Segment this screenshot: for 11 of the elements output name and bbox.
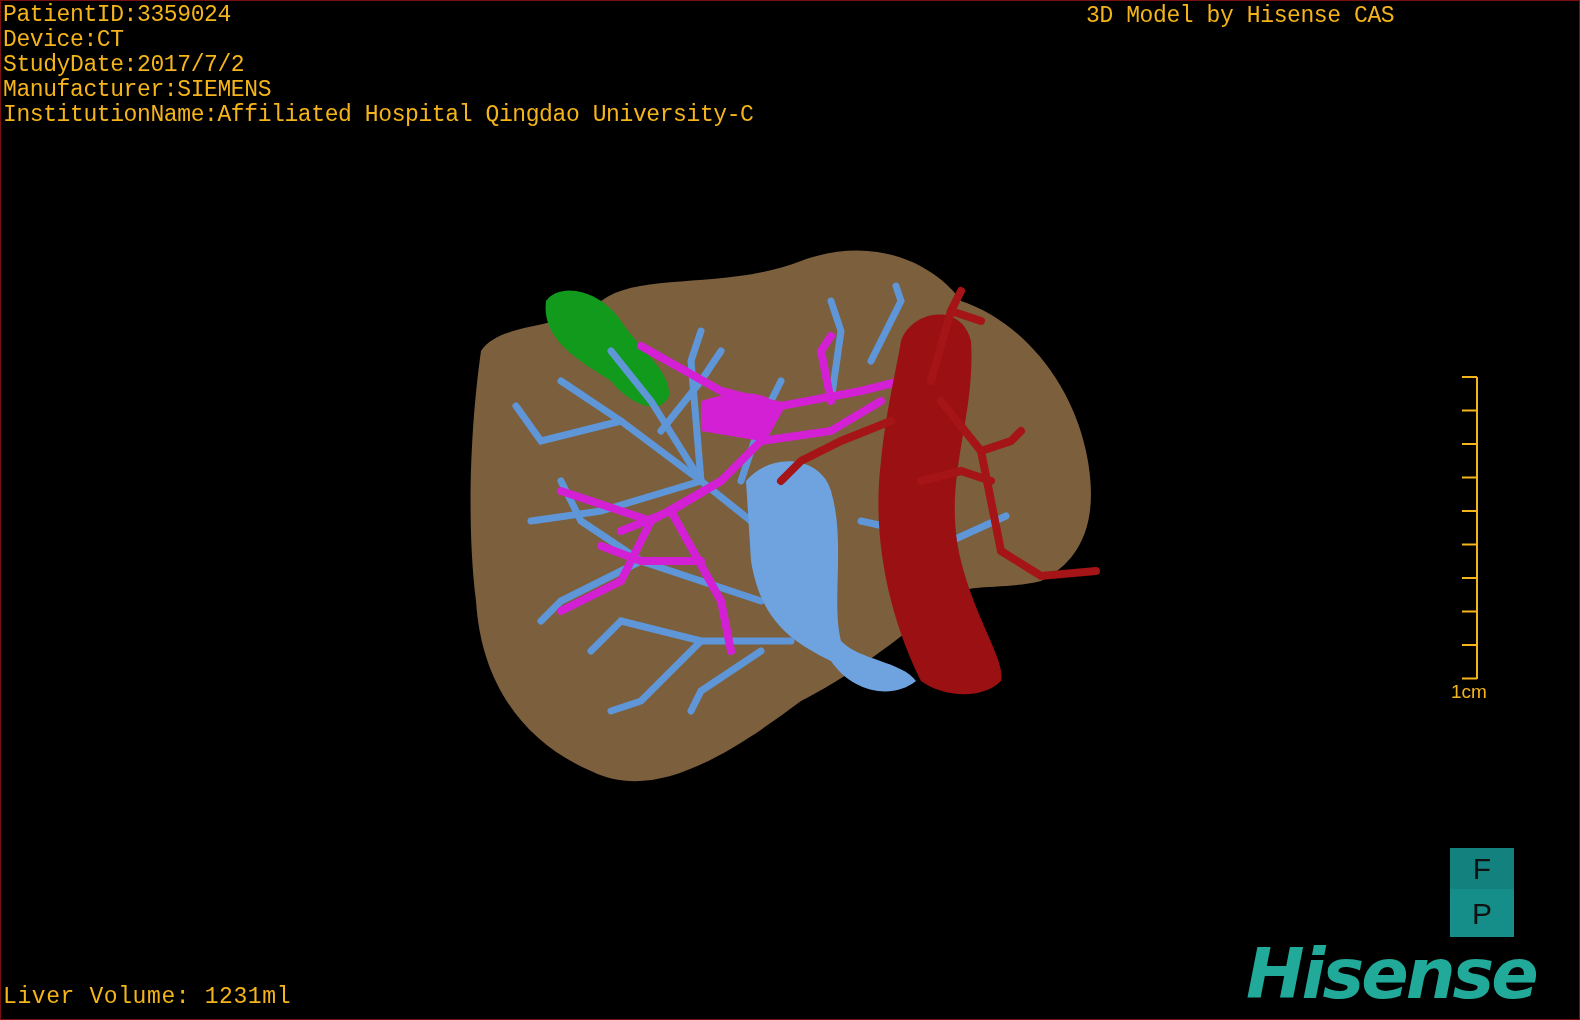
liver-volume-text: Liver Volume: 1231ml (3, 985, 292, 1010)
patient-info-text: StudyDate:2017/7/2 (3, 53, 246, 78)
patient-info-text: Manufacturer:SIEMENS (3, 78, 273, 103)
view-orientation-button[interactable]: P (1450, 889, 1514, 937)
brand-logo: Hisense (1246, 936, 1536, 1012)
patient-info-text: Device:CT (3, 28, 125, 53)
view-orientation-button[interactable]: F (1450, 848, 1514, 889)
scale-label: 1cm (1451, 681, 1487, 703)
patient-info-text: InstitutionName:Affiliated Hospital Qingdao University-C (3, 103, 754, 128)
viewer-title: 3D Model by Hisense CAS (1086, 4, 1395, 29)
patient-info-text: PatientID:3359024 (3, 3, 232, 28)
